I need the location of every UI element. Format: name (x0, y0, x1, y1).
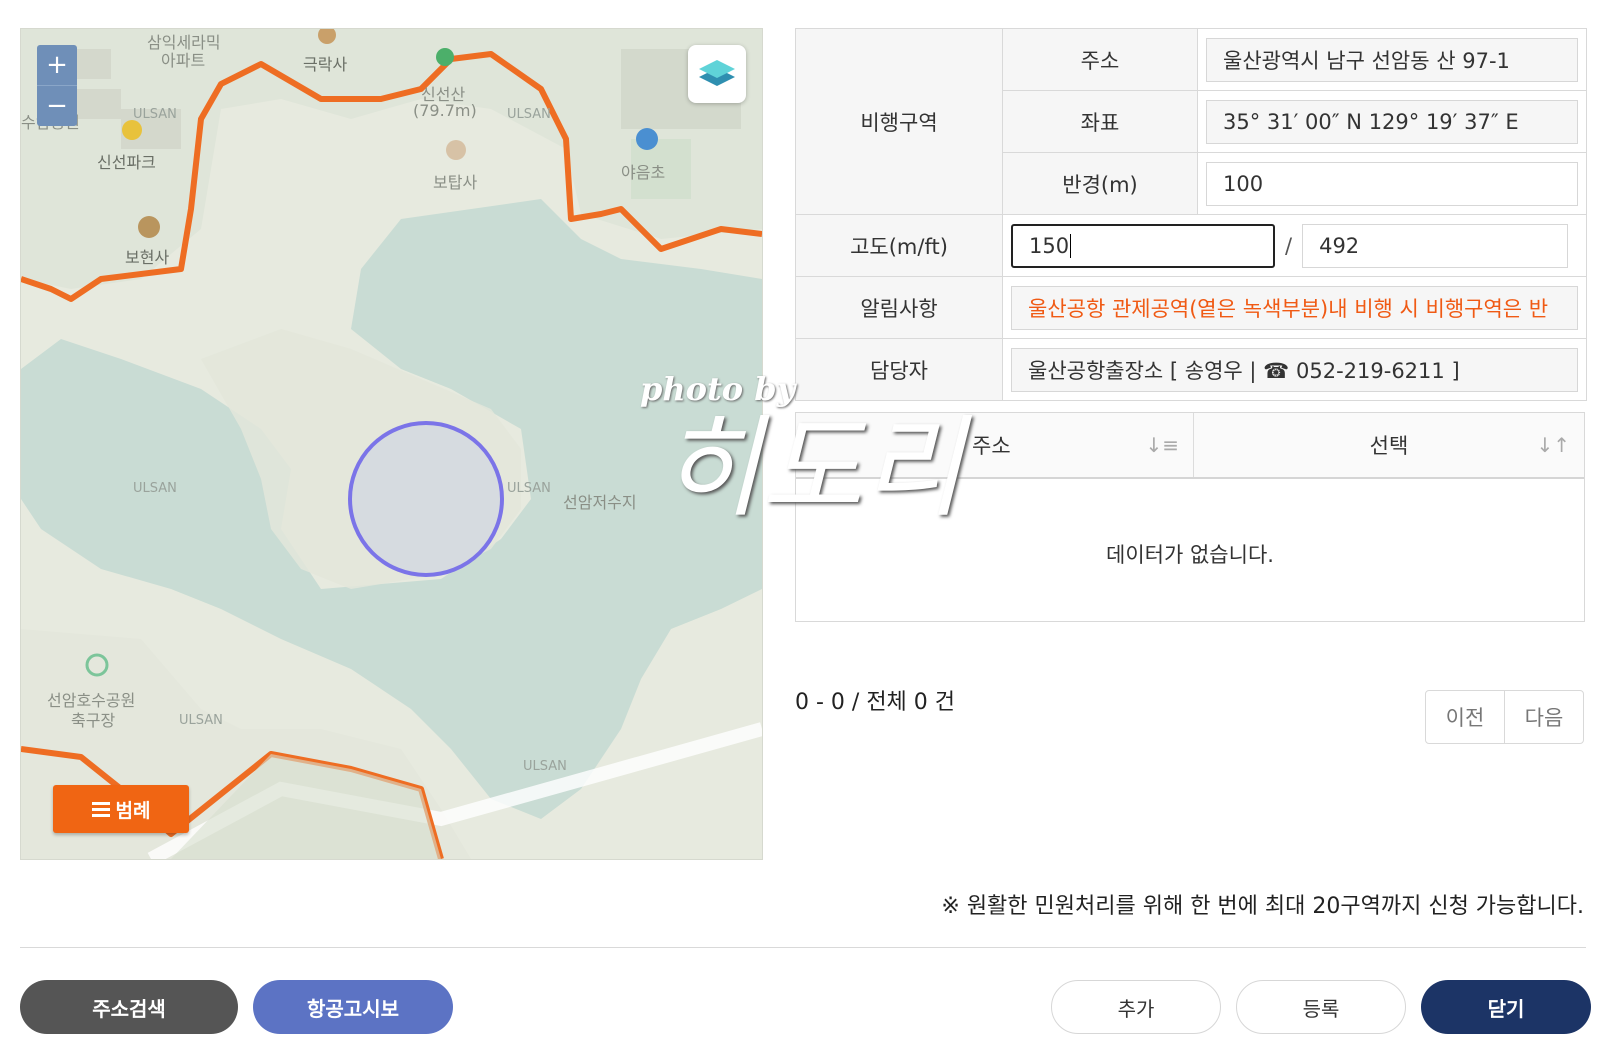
zoom-out-button[interactable]: − (37, 85, 77, 126)
mountain-icon (436, 48, 454, 66)
coord-label: 좌표 (1002, 90, 1198, 153)
poi-icon (122, 120, 142, 140)
legend-button[interactable]: 범례 (53, 785, 189, 833)
map-label-mountain-height: (79.7m) (413, 101, 477, 120)
radius-label: 반경(m) (1002, 152, 1198, 215)
legend-button-label: 범례 (115, 799, 151, 822)
map-region-tag: ULSAN (507, 481, 551, 496)
map-label-temple3: 보현사 (125, 248, 170, 267)
column-header-address-label: 주소 (972, 434, 1011, 458)
map-label-school: 야음초 (621, 163, 666, 182)
temple-icon (318, 29, 336, 44)
address-search-button[interactable]: 주소검색 (20, 980, 238, 1034)
map-label-temple2: 보탑사 (433, 173, 478, 192)
sort-desc-icon[interactable]: ↓≡ (1145, 433, 1179, 457)
result-table: 주소 ↓≡ 선택 ↓↑ 데이터가 없습니다. (795, 412, 1585, 622)
map-label-park1: 신선파크 (97, 153, 156, 172)
altitude-separator: / (1285, 233, 1293, 258)
next-page-button[interactable]: 다음 (1504, 691, 1583, 743)
add-button[interactable]: 추가 (1051, 980, 1221, 1034)
register-button[interactable]: 등록 (1236, 980, 1406, 1034)
altitude-row: 150 / 492 (1011, 223, 1578, 268)
close-button[interactable]: 닫기 (1421, 980, 1591, 1034)
zoom-control: + − (37, 45, 77, 126)
map-region-tag: ULSAN (179, 713, 223, 728)
park-icon (85, 653, 109, 677)
radius-input[interactable]: 100 (1206, 161, 1578, 206)
column-header-select-label: 선택 (1369, 434, 1409, 458)
address-field[interactable]: 울산광역시 남구 선암동 산 97-1 (1206, 37, 1578, 82)
map-region-tag: ULSAN (507, 107, 551, 122)
limit-notice: ※ 원활한 민원처리를 위해 한 번에 최대 20구역까지 신청 가능합니다. (941, 894, 1584, 919)
temple-icon (446, 140, 466, 160)
altitude-label: 고도(m/ft) (795, 214, 1003, 277)
map-label-lake: 선암저수지 (563, 493, 637, 512)
notice-label: 알림사항 (795, 276, 1003, 339)
map-label-temple1: 극락사 (303, 55, 348, 74)
flight-info-form: 비행구역 주소 울산광역시 남구 선암동 산 97-1 좌표 35° 31′ 0… (795, 28, 1587, 401)
aip-button[interactable]: 항공고시보 (253, 980, 453, 1034)
flight-zone-label: 비행구역 (795, 28, 1003, 215)
empty-message: 데이터가 없습니다. (1106, 543, 1274, 567)
column-header-select[interactable]: 선택 ↓↑ (1194, 413, 1584, 477)
manager-label: 담당자 (795, 338, 1003, 401)
map-view[interactable]: 삼익세라믹 아파트 극락사 신선산 (79.7m) 보탑사 신선파크 수암공원 … (20, 28, 763, 860)
altitude-m-input[interactable]: 150 (1011, 223, 1275, 268)
text-caret (1070, 233, 1072, 258)
sort-icon[interactable]: ↓↑ (1536, 433, 1570, 457)
result-table-header: 주소 ↓≡ 선택 ↓↑ (796, 413, 1584, 479)
altitude-ft-input[interactable]: 492 (1302, 223, 1569, 268)
map-region-tag: ULSAN (523, 759, 567, 774)
column-header-address[interactable]: 주소 ↓≡ (796, 413, 1194, 477)
map-label-apt2: 아파트 (161, 51, 206, 70)
map-label-field: 축구장 (71, 711, 116, 730)
menu-icon (91, 799, 110, 820)
zoom-in-button[interactable]: + (37, 45, 77, 85)
temple-icon (138, 216, 160, 238)
layer-toggle-button[interactable] (688, 45, 746, 103)
school-icon (636, 128, 658, 150)
coord-field[interactable]: 35° 31′ 00″ N 129° 19′ 37″ E (1206, 99, 1578, 144)
pagination: 이전 다음 (1425, 690, 1584, 744)
address-label: 주소 (1002, 28, 1198, 91)
map-region-tag: ULSAN (133, 481, 177, 496)
prev-page-button[interactable]: 이전 (1426, 691, 1504, 743)
notice-field: 울산공항 관제공역(옅은 녹색부분)내 비행 시 비행구역은 반 (1011, 285, 1578, 330)
divider (20, 947, 1586, 948)
layers-icon (699, 60, 735, 86)
altitude-m-value: 150 (1029, 233, 1070, 258)
flight-radius-circle (348, 421, 504, 577)
manager-field: 울산공항출장소 [ 송영우 | ☎ 052-219-6211 ] (1011, 347, 1578, 392)
result-count: 0 - 0 / 전체 0 건 (795, 690, 956, 715)
